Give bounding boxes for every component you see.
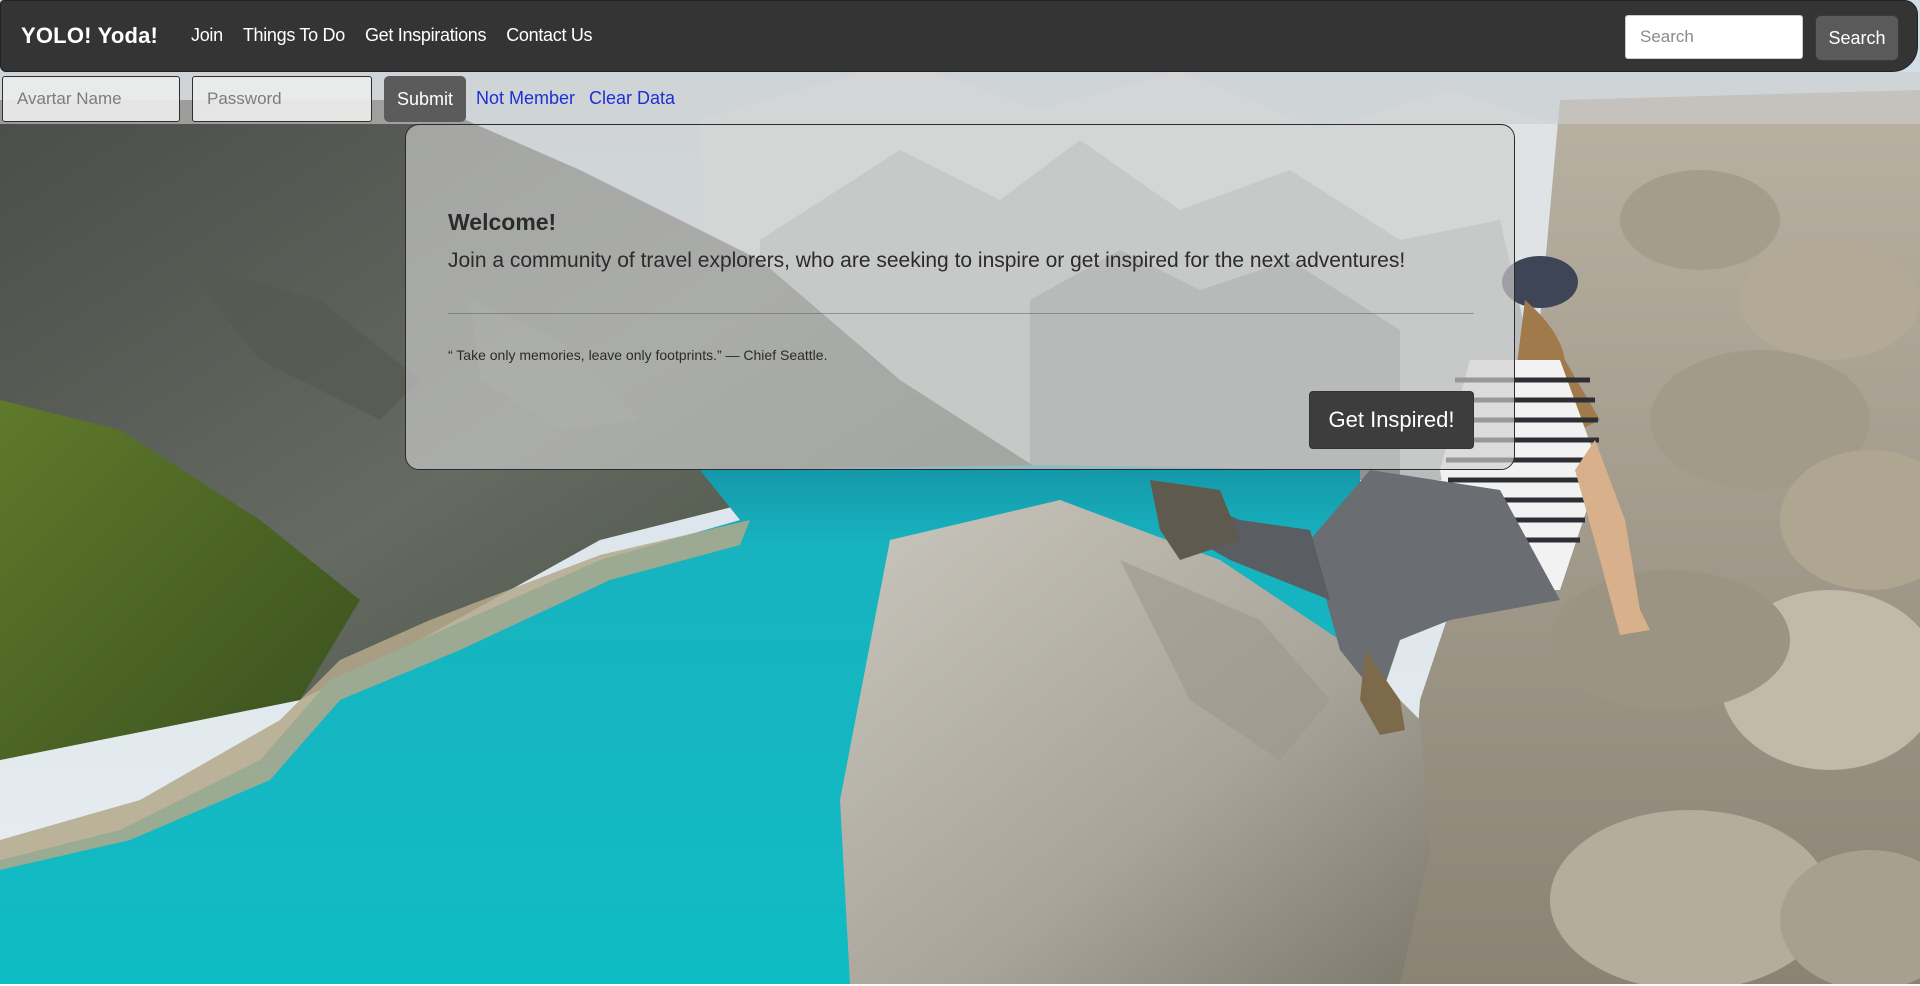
get-inspired-button[interactable]: Get Inspired!	[1309, 391, 1474, 449]
nav-link-things-to-do[interactable]: Things To Do	[243, 25, 345, 46]
brand-logo[interactable]: YOLO! Yoda!	[21, 23, 158, 49]
not-member-link[interactable]: Not Member	[476, 88, 575, 109]
top-navbar: YOLO! Yoda! Join Things To Do Get Inspir…	[0, 0, 1918, 72]
password-input[interactable]	[192, 76, 372, 122]
nav-link-contact-us[interactable]: Contact Us	[506, 25, 592, 46]
search-input[interactable]	[1625, 15, 1803, 59]
card-divider	[448, 313, 1474, 314]
welcome-title: Welcome!	[448, 209, 557, 235]
welcome-card: Welcome! Join a community of travel expl…	[405, 124, 1515, 470]
welcome-lead: Join a community of travel explorers, wh…	[448, 249, 1406, 272]
submit-button[interactable]: Submit	[384, 76, 466, 122]
login-bar: Submit Not Member Clear Data	[0, 72, 1920, 124]
nav-link-join[interactable]: Join	[191, 25, 223, 46]
welcome-quote: “ Take only memories, leave only footpri…	[448, 347, 828, 363]
clear-data-link[interactable]: Clear Data	[589, 88, 675, 109]
nav-link-get-inspirations[interactable]: Get Inspirations	[365, 25, 487, 46]
search-button[interactable]: Search	[1815, 15, 1899, 61]
page: YOLO! Yoda! Join Things To Do Get Inspir…	[0, 0, 1920, 986]
nav-links: Join Things To Do Get Inspirations Conta…	[191, 25, 593, 46]
avatar-name-input[interactable]	[2, 76, 180, 122]
